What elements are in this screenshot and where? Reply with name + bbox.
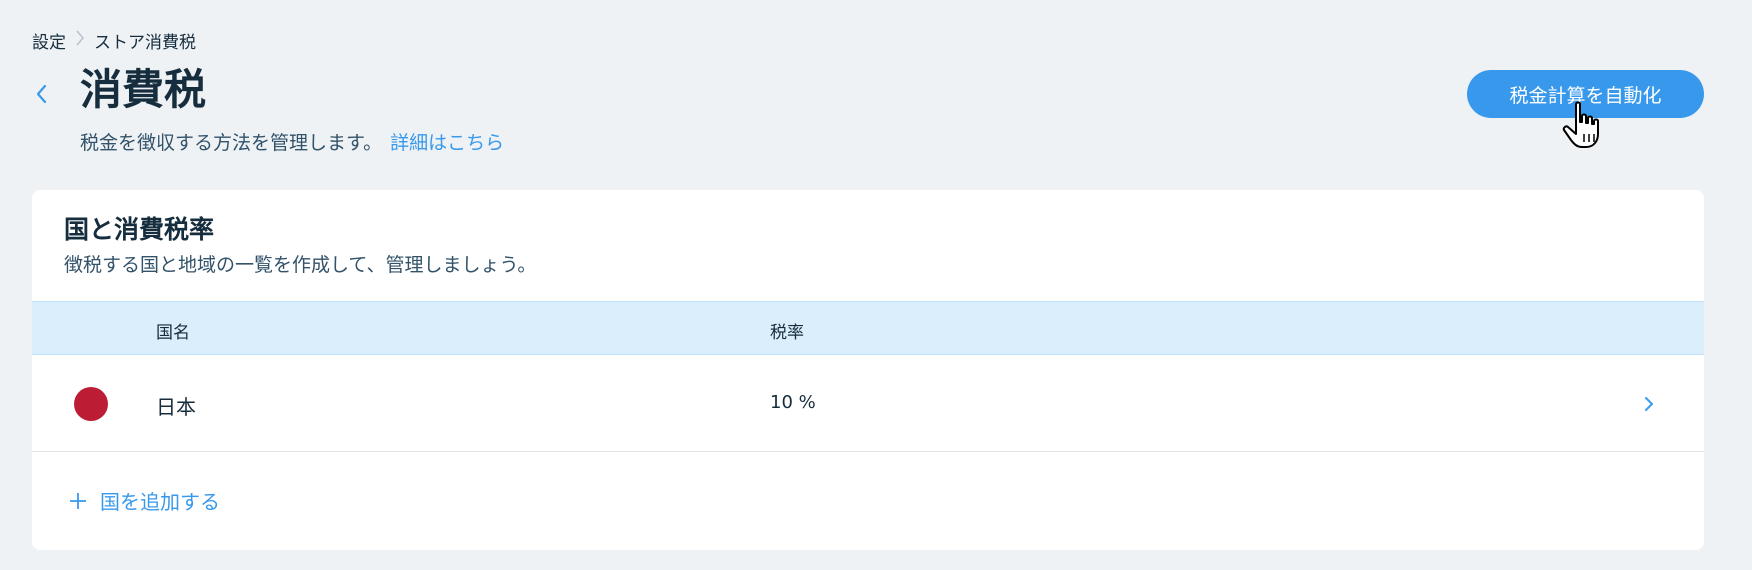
table-row[interactable]: 日本 10 % (32, 355, 1704, 452)
row-country-name: 日本 (156, 395, 196, 419)
row-tax-rate: 10 % (770, 392, 816, 413)
tax-rates-card: 国と消費税率 徴税する国と地域の一覧を作成して、管理しましょう。 国名 税率 日… (32, 190, 1704, 550)
page-title: 消費税 (80, 65, 207, 114)
hand-pointer-icon (1562, 101, 1599, 148)
column-header-country: 国名 (156, 323, 190, 343)
japan-flag-icon (74, 387, 108, 421)
card-subtitle: 徴税する国と地域の一覧を作成して、管理しましょう。 (64, 254, 537, 276)
chevron-left-icon (36, 84, 47, 104)
column-header-rate: 税率 (770, 323, 804, 343)
add-country-button[interactable]: 国を追加する (68, 486, 220, 515)
breadcrumb: 設定 ストア消費税 (32, 28, 196, 53)
card-title: 国と消費税率 (64, 215, 215, 244)
table-header: 国名 税率 (32, 301, 1704, 355)
add-country-label: 国を追加する (100, 490, 220, 514)
breadcrumb-item-settings[interactable]: 設定 (32, 28, 66, 53)
card-header: 国と消費税率 徴税する国と地域の一覧を作成して、管理しましょう。 (32, 190, 1704, 278)
learn-more-link[interactable]: 詳細はこちら (390, 132, 504, 154)
page-subtitle: 税金を徴収する方法を管理します。 詳細はこちら (80, 128, 504, 155)
back-button[interactable] (30, 80, 52, 108)
breadcrumb-item-store-tax: ストア消費税 (94, 33, 196, 53)
chevron-right-icon[interactable] (1642, 393, 1656, 415)
page-subtitle-text: 税金を徴収する方法を管理します。 (80, 132, 383, 154)
plus-icon (70, 492, 86, 509)
breadcrumb-separator-icon (66, 29, 94, 52)
